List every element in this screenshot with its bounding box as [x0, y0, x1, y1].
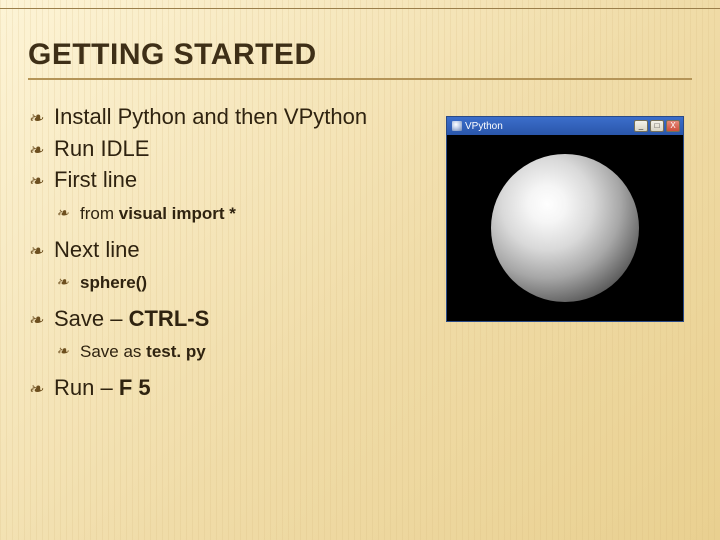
- subitem-from-visual: ❧ from visual import *: [28, 201, 428, 227]
- vpython-window: VPython _ □ X: [446, 116, 684, 322]
- item-text-pre: Save –: [54, 306, 129, 331]
- bullet-icon: ❧: [28, 308, 43, 332]
- sub-bullet-icon: ❧: [56, 341, 69, 364]
- sub-bullet-icon: ❧: [56, 272, 69, 295]
- bullet-icon: ❧: [28, 169, 43, 193]
- vpython-titlebar: VPython _ □ X: [447, 117, 683, 135]
- slide-title: GETTING STARTED: [28, 38, 692, 80]
- item-install: ❧ Install Python and then VPython: [28, 102, 428, 132]
- bullet-list: ❧ Install Python and then VPython ❧ Run …: [28, 102, 428, 405]
- subitem-text-bold: visual import *: [119, 204, 236, 223]
- vpython-figure: VPython _ □ X: [446, 116, 684, 405]
- vpython-title-group: VPython: [452, 121, 503, 132]
- item-text: Run IDLE: [54, 136, 149, 161]
- bullet-icon: ❧: [28, 138, 43, 162]
- sphere-render: [491, 154, 639, 302]
- maximize-button[interactable]: □: [650, 120, 664, 132]
- subitem-sphere: ❧ sphere(): [28, 270, 428, 296]
- bullet-icon: ❧: [28, 239, 43, 263]
- vpython-canvas: [447, 135, 683, 321]
- slide: GETTING STARTED ❧ Install Python and the…: [0, 0, 720, 540]
- close-button[interactable]: X: [666, 120, 680, 132]
- subitem-text-pre: Save as: [80, 342, 146, 361]
- bullet-icon: ❧: [28, 377, 43, 401]
- item-text: Install Python and then VPython: [54, 104, 367, 129]
- sub-bullet-icon: ❧: [56, 203, 69, 226]
- item-text-bold: CTRL-S: [129, 306, 210, 331]
- subitem-save-as: ❧ Save as test. py: [28, 339, 428, 365]
- window-control-buttons: _ □ X: [634, 120, 680, 132]
- item-text-bold: F 5: [119, 375, 151, 400]
- vpython-title-text: VPython: [465, 121, 503, 132]
- subitem-text-pre: from: [80, 204, 119, 223]
- item-run-idle: ❧ Run IDLE: [28, 134, 428, 164]
- item-save: ❧ Save – CTRL-S: [28, 304, 428, 334]
- item-first-line: ❧ First line: [28, 165, 428, 195]
- bullet-icon: ❧: [28, 106, 43, 130]
- slide-content: ❧ Install Python and then VPython ❧ Run …: [28, 102, 692, 405]
- item-text: Next line: [54, 237, 140, 262]
- vpython-app-icon: [452, 121, 462, 131]
- item-text: First line: [54, 167, 137, 192]
- subitem-text: sphere(): [80, 273, 147, 292]
- item-run-f5: ❧ Run – F 5: [28, 373, 428, 403]
- subitem-text-bold: test. py: [146, 342, 206, 361]
- item-text-pre: Run –: [54, 375, 119, 400]
- item-next-line: ❧ Next line: [28, 235, 428, 265]
- minimize-button[interactable]: _: [634, 120, 648, 132]
